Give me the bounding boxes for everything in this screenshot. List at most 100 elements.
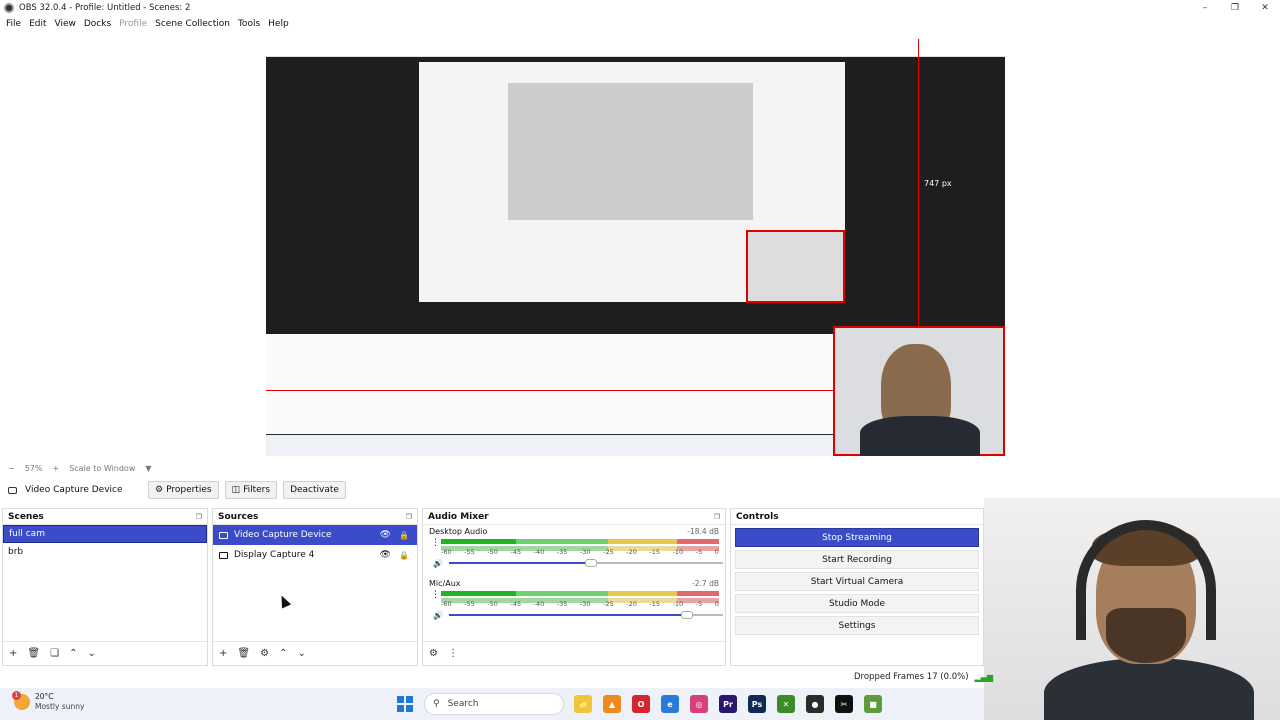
- menu-tools[interactable]: Tools: [234, 19, 264, 29]
- channel-menu-icon[interactable]: ⋮: [431, 538, 440, 548]
- volume-slider[interactable]: 🔊: [433, 558, 723, 568]
- menu-file[interactable]: File: [2, 19, 25, 29]
- scenes-dock: Scenes ❐ full cam brb + 🗑 ❏ ⌃ ⌄: [2, 508, 208, 666]
- add-scene-button[interactable]: +: [9, 648, 17, 659]
- move-scene-down-button[interactable]: ⌄: [87, 648, 95, 659]
- mixer-menu-button[interactable]: ⋮: [448, 648, 458, 659]
- properties-button[interactable]: ⚙ Properties: [148, 481, 219, 499]
- file-explorer-icon[interactable]: 📁: [574, 695, 592, 713]
- move-scene-up-button[interactable]: ⌃: [69, 648, 77, 659]
- minecraft-icon[interactable]: ■: [864, 695, 882, 713]
- taskbar-apps: 📁 ▲ Oe ◎ Pr Ps ✕ ● ✂ ■: [574, 695, 893, 713]
- duplicate-scene-button[interactable]: ❏: [50, 648, 59, 659]
- obs-icon[interactable]: ●: [806, 695, 824, 713]
- capcut-icon[interactable]: ✂: [835, 695, 853, 713]
- source-properties-button[interactable]: ⚙: [260, 648, 269, 659]
- meter-tick-label: -10: [672, 548, 684, 556]
- zoom-in-button[interactable]: +: [52, 464, 59, 473]
- speaker-icon[interactable]: 🔊: [433, 611, 443, 620]
- measure-label: 747 px: [924, 179, 952, 188]
- gear-icon: ⚙: [155, 485, 164, 495]
- meter-tick-label: -60: [441, 548, 452, 556]
- dropped-frames-text: Dropped Frames 17 (0.0%): [854, 672, 969, 682]
- meter-tick-label: -20: [626, 600, 637, 608]
- menu-edit[interactable]: Edit: [25, 19, 50, 29]
- speaker-icon[interactable]: 🔊: [433, 559, 443, 568]
- scene-item-brb[interactable]: brb: [3, 543, 207, 561]
- channel-menu-icon[interactable]: ⋮: [431, 590, 440, 600]
- studio-mode-button[interactable]: Studio Mode: [735, 594, 979, 613]
- move-source-down-button[interactable]: ⌄: [297, 648, 305, 659]
- windows-start-icon[interactable]: [397, 696, 413, 712]
- settings-button[interactable]: Settings: [735, 616, 979, 635]
- weather-widget[interactable]: 1 20°C Mostly sunny: [12, 691, 84, 712]
- meter-tick-label: 0: [714, 600, 719, 608]
- filter-icon: ◫: [231, 485, 241, 495]
- start-virtual-camera-button[interactable]: Start Virtual Camera: [735, 572, 979, 591]
- taskbar-search[interactable]: ⚲ Search: [424, 693, 564, 715]
- xbox-icon[interactable]: ✕: [777, 695, 795, 713]
- meter-tick-label: -55: [464, 548, 475, 556]
- premiere-icon[interactable]: Pr: [719, 695, 737, 713]
- minimize-button[interactable]: –: [1190, 0, 1220, 15]
- volume-track[interactable]: [448, 611, 723, 619]
- meter-tick-label: -40: [533, 600, 545, 608]
- stop-streaming-button[interactable]: Stop Streaming: [735, 528, 979, 547]
- mixer-settings-button[interactable]: ⚙: [429, 648, 438, 659]
- menu-view[interactable]: View: [51, 19, 80, 29]
- scale-mode-dropdown[interactable]: ▼: [145, 464, 151, 473]
- undock-icon[interactable]: ❐: [196, 513, 202, 521]
- meter-ticks: -60 -55 -50 -45 -40 -35 -30 -25 -20 -15 -10 -5 0: [441, 600, 719, 608]
- close-button[interactable]: ✕: [1250, 0, 1280, 15]
- menu-profile[interactable]: Profile: [115, 19, 151, 29]
- channel-db: -2.7 dB: [692, 579, 719, 588]
- menu-help[interactable]: Help: [264, 19, 293, 29]
- channel-db: -18.4 dB: [687, 527, 719, 536]
- search-icon: ⚲: [433, 699, 440, 709]
- selected-source-label: Video Capture Device: [25, 485, 123, 495]
- volume-track[interactable]: [448, 559, 723, 567]
- undock-icon[interactable]: ❐: [714, 513, 720, 521]
- volume-knob[interactable]: [681, 611, 694, 619]
- scene-item-full-cam[interactable]: full cam: [3, 525, 207, 543]
- undock-icon[interactable]: ❐: [406, 513, 412, 521]
- instagram-icon[interactable]: ◎: [690, 695, 708, 713]
- nested-webcam: [746, 230, 845, 303]
- person-torso: [1044, 658, 1254, 720]
- source-item-display-capture[interactable]: Display Capture 4 👁 🔒: [213, 545, 417, 565]
- selected-webcam-source[interactable]: [833, 326, 1005, 456]
- remove-source-button[interactable]: 🗑: [237, 648, 250, 659]
- maximize-button[interactable]: ❐: [1220, 0, 1250, 15]
- zoom-out-button[interactable]: −: [8, 464, 15, 473]
- visibility-eye-icon[interactable]: 👁: [380, 550, 391, 560]
- deactivate-button[interactable]: Deactivate: [283, 481, 346, 499]
- volume-knob[interactable]: [585, 559, 598, 567]
- meter-tick-label: -25: [603, 600, 614, 608]
- lock-icon[interactable]: 🔒: [399, 531, 409, 540]
- zoom-level: 57%: [24, 463, 43, 473]
- visibility-eye-icon[interactable]: 👁: [380, 530, 391, 540]
- vlc-icon[interactable]: ▲: [603, 695, 621, 713]
- volume-slider[interactable]: 🔊: [433, 610, 723, 620]
- meter-tick-label: -5: [695, 600, 703, 608]
- menu-docks[interactable]: Docks: [80, 19, 115, 29]
- photoshop-icon[interactable]: Ps: [748, 695, 766, 713]
- lock-icon[interactable]: 🔒: [399, 551, 409, 560]
- filters-button[interactable]: ◫ Filters: [224, 481, 278, 499]
- remove-scene-button[interactable]: 🗑: [27, 648, 40, 659]
- mixer-channel-desktop-audio: Desktop Audio -18.4 dB ⋮ -60 -55 -50 -45 -40…: [423, 525, 725, 577]
- meter-tick-label: 0: [714, 548, 719, 556]
- sources-dock: Sources ❐ Video Capture Device 👁 🔒 Displ…: [212, 508, 418, 666]
- controls-dock: Controls Stop Streaming Start Recording …: [730, 508, 984, 666]
- source-item-video-capture[interactable]: Video Capture Device 👁 🔒: [213, 525, 417, 545]
- preview-canvas[interactable]: 747 px: [266, 39, 1005, 456]
- add-source-button[interactable]: +: [219, 648, 227, 659]
- menu-scene-collection[interactable]: Scene Collection: [151, 19, 234, 29]
- opera-icon[interactable]: O: [632, 695, 650, 713]
- sources-title: Sources: [218, 511, 259, 522]
- camera-icon: [219, 531, 228, 539]
- edge-icon[interactable]: e: [661, 695, 679, 713]
- notification-badge: 1: [12, 691, 21, 700]
- start-recording-button[interactable]: Start Recording: [735, 550, 979, 569]
- move-source-up-button[interactable]: ⌃: [279, 648, 287, 659]
